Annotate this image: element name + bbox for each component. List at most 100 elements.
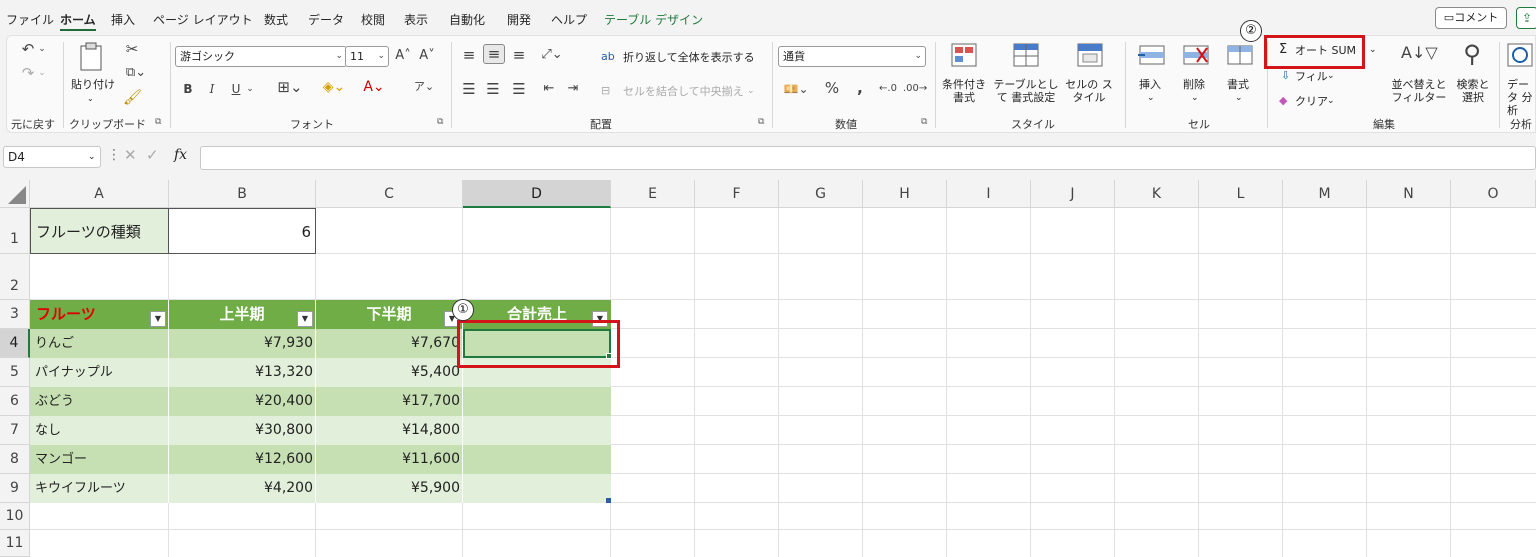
row-header-5[interactable]: 5 [0, 358, 30, 387]
cell-first-half[interactable]: ¥30,800 [169, 416, 316, 445]
italic-button[interactable]: I [205, 80, 219, 98]
number-launcher-icon[interactable]: ⧉ [921, 117, 927, 127]
table-header-second-half[interactable]: 下半期 [316, 300, 463, 329]
paste-button[interactable]: 貼り付け ⌄ [71, 42, 115, 106]
cell-fruit[interactable]: なし [30, 416, 169, 445]
cell-fruit[interactable]: ぶどう [30, 387, 169, 416]
cut-icon[interactable]: ✂ [123, 40, 141, 58]
column-header-n[interactable]: N [1367, 180, 1451, 208]
increase-font-icon[interactable]: A˄ [393, 47, 413, 65]
cell-second-half[interactable]: ¥17,700 [316, 387, 463, 416]
row-header-2[interactable]: 2 [0, 254, 30, 300]
undo-dropdown-icon[interactable]: ⌄ [37, 40, 47, 58]
column-header-c[interactable]: C [316, 180, 463, 208]
column-header-d[interactable]: D [463, 180, 611, 208]
cell-first-half[interactable]: ¥13,320 [169, 358, 316, 387]
font-launcher-icon[interactable]: ⧉ [437, 117, 443, 127]
column-header-j[interactable]: J [1031, 180, 1115, 208]
increase-decimal-icon[interactable]: ←.0 [877, 80, 899, 98]
filter-dropdown-icon[interactable]: ▼ [150, 311, 166, 327]
cell-first-half[interactable]: ¥7,930 [169, 329, 316, 358]
cell-second-half[interactable]: ¥7,670 [316, 329, 463, 358]
row-header-1[interactable]: 1 [0, 208, 30, 254]
accounting-format-icon[interactable]: 💴⌄ [779, 80, 813, 98]
align-middle-icon[interactable]: ≡ [483, 44, 505, 64]
formula-input[interactable] [200, 146, 1536, 170]
tab-insert[interactable]: 挿入 [111, 11, 135, 28]
name-box-dropdown-icon[interactable]: ⌄ [88, 151, 96, 164]
row-header-6[interactable]: 6 [0, 387, 30, 416]
tab-formulas[interactable]: 数式 [264, 11, 288, 28]
column-header-l[interactable]: L [1199, 180, 1283, 208]
cell-first-half[interactable]: ¥12,600 [169, 445, 316, 474]
find-select-button[interactable]: ⚲ 検索と 選択 [1447, 40, 1497, 110]
redo-icon[interactable]: ↷ [19, 64, 37, 82]
row-header-4[interactable]: 4 [0, 329, 30, 358]
cell-styles-button[interactable]: セルの スタイル [1061, 40, 1117, 110]
row-header-10[interactable]: 10 [0, 503, 30, 530]
insert-function-icon[interactable]: fx [174, 148, 187, 162]
column-header-e[interactable]: E [611, 180, 695, 208]
cell-second-half[interactable]: ¥5,400 [316, 358, 463, 387]
number-format-combo[interactable]: 通貨 ⌄ [778, 46, 926, 67]
decrease-font-icon[interactable]: A˅ [417, 47, 437, 65]
column-header-f[interactable]: F [695, 180, 779, 208]
undo-icon[interactable]: ↶ [19, 40, 37, 58]
tab-developer[interactable]: 開発 [507, 11, 531, 28]
tab-view[interactable]: 表示 [404, 11, 428, 28]
cancel-icon[interactable]: ✕ [124, 148, 137, 163]
cell-fruit[interactable]: キウイフルーツ [30, 474, 169, 503]
conditional-formatting-button[interactable]: 条件付き 書式 [937, 40, 991, 110]
cell-second-half[interactable]: ¥5,900 [316, 474, 463, 503]
cell-fruit[interactable]: マンゴー [30, 445, 169, 474]
format-as-table-button[interactable]: テーブルとして 書式設定 [993, 40, 1059, 110]
row-header-11[interactable]: 11 [0, 530, 30, 557]
font-color-icon[interactable]: A⌄ [359, 78, 389, 96]
font-size-combo[interactable]: 11 ⌄ [345, 46, 389, 67]
delete-cells-button[interactable]: 削除 ⌄ [1175, 40, 1217, 110]
font-name-combo[interactable]: 游ゴシック ⌄ [175, 46, 347, 67]
row-header-8[interactable]: 8 [0, 445, 30, 474]
column-header-b[interactable]: B [169, 180, 316, 208]
column-header-h[interactable]: H [863, 180, 947, 208]
column-header-g[interactable]: G [779, 180, 863, 208]
autosum-dropdown-icon[interactable]: ⌄ [1369, 44, 1377, 57]
alignment-launcher-icon[interactable]: ⧉ [758, 117, 764, 127]
cell-a1[interactable]: フルーツの種類 [30, 208, 169, 254]
increase-indent-icon[interactable]: ⇥ [563, 80, 583, 98]
enter-icon[interactable]: ✓ [146, 148, 159, 163]
column-header-a[interactable]: A [30, 180, 169, 208]
cell-total[interactable] [463, 474, 611, 503]
fill-color-icon[interactable]: ◈⌄ [319, 78, 349, 96]
cell-fruit[interactable]: パイナップル [30, 358, 169, 387]
cell-total[interactable] [463, 387, 611, 416]
underline-button[interactable]: U [229, 80, 243, 98]
filter-dropdown-icon[interactable]: ▼ [297, 311, 313, 327]
tab-review[interactable]: 校閲 [361, 11, 385, 28]
align-top-icon[interactable]: ≡ [459, 46, 479, 64]
decrease-indent-icon[interactable]: ⇤ [539, 80, 559, 98]
cell-b1[interactable]: 6 [169, 208, 316, 254]
tab-page-layout[interactable]: ページ レイアウト [153, 11, 253, 28]
select-all-button[interactable] [0, 180, 30, 208]
format-painter-icon[interactable]: 🖌 [123, 88, 142, 106]
orientation-icon[interactable]: ⤢⌄ [537, 46, 567, 64]
cell-first-half[interactable]: ¥20,400 [169, 387, 316, 416]
tab-data[interactable]: データ [308, 11, 344, 28]
percent-icon[interactable]: % [823, 79, 841, 97]
column-header-i[interactable]: I [947, 180, 1031, 208]
copy-icon[interactable]: ⧉⌄ [123, 64, 149, 82]
cell-first-half[interactable]: ¥4,200 [169, 474, 316, 503]
cell-second-half[interactable]: ¥11,600 [316, 445, 463, 474]
align-left-icon[interactable]: ☰ [459, 80, 479, 98]
table-resize-handle[interactable] [606, 498, 611, 503]
sort-filter-button[interactable]: A↓▽ 並べ替えと フィルター [1385, 40, 1447, 110]
clipboard-launcher-icon[interactable]: ⧉ [155, 117, 161, 127]
decrease-decimal-icon[interactable]: .00→ [903, 80, 927, 98]
format-cells-button[interactable]: 書式 ⌄ [1219, 40, 1261, 110]
underline-dropdown-icon[interactable]: ⌄ [245, 80, 255, 98]
row-header-3[interactable]: 3 [0, 300, 30, 329]
data-analysis-button[interactable]: データ 分析 [1503, 40, 1536, 117]
name-box[interactable]: D4 [3, 146, 101, 168]
clear-button[interactable]: ◆ クリア ⌄ [1275, 92, 1345, 110]
